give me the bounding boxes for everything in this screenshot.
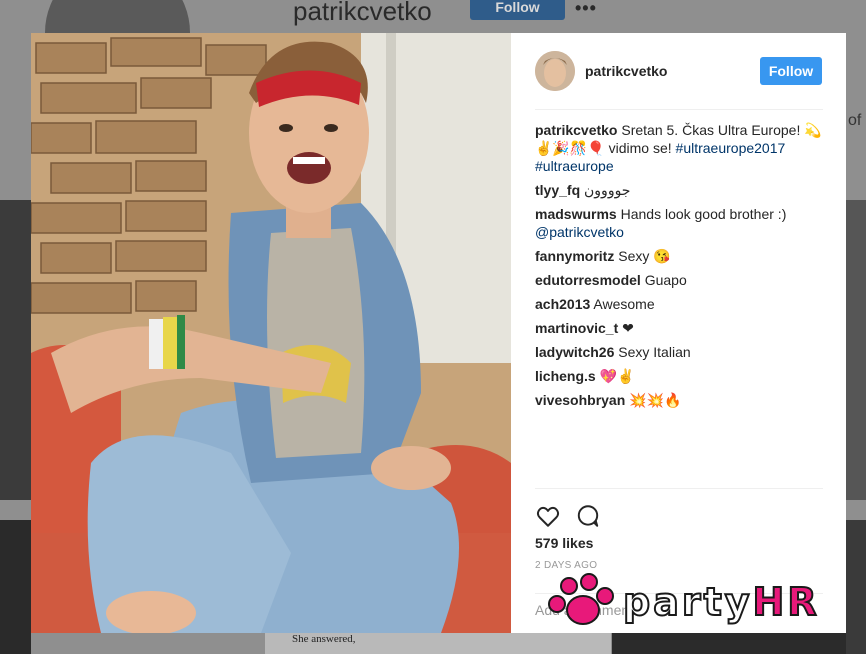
background-bio-fragment: of [848, 112, 862, 129]
watermark-wordmark: partyHR [622, 579, 820, 625]
post-header: patrikcvetko Follow [535, 51, 823, 110]
comment-username-link[interactable]: tlyy_fq [535, 182, 580, 198]
post-photo-illustration [31, 33, 511, 633]
comment-text: Hands look good brother :) [620, 206, 787, 222]
comments-list: patrikcvetko Sretan 5. Čkas Ultra Europe… [535, 121, 825, 415]
comment-text: جوووون [584, 182, 631, 198]
post-side-panel: patrikcvetko Follow patrikcvetko Sretan … [511, 33, 846, 633]
background-grid-thumbnail [846, 520, 866, 654]
watermark-hr-text: HR [752, 579, 820, 625]
comment-item: ach2013 Awesome [535, 295, 825, 313]
background-profile-username: patrikcvetko [293, 0, 432, 26]
comment-item: madswurms Hands look good brother :) @pa… [535, 205, 825, 241]
comment-text: Guapo [644, 272, 687, 288]
background-grid-thumbnail [612, 633, 846, 654]
comment-text: 💥💥🔥 [629, 392, 682, 408]
background-grid-thumbnail [0, 200, 31, 500]
comment-item: vivesohbryan 💥💥🔥 [535, 391, 825, 409]
comment-item: ladywitch26 Sexy Italian [535, 343, 825, 361]
comment-username-link[interactable]: madswurms [535, 206, 617, 222]
partyhr-watermark: partyHR [545, 572, 845, 632]
background-grid-thumbnail [0, 520, 31, 654]
comment-text: Sexy Italian [618, 344, 691, 360]
comment-username-link[interactable]: vivesohbryan [535, 392, 625, 408]
comment-text: 💖✌️ [599, 368, 635, 384]
comment-username-link[interactable]: martinovic_t [535, 320, 618, 336]
comment-username-link[interactable]: ladywitch26 [535, 344, 614, 360]
comment-item: tlyy_fq جوووون [535, 181, 825, 199]
comment-text: Sexy 😘 [618, 248, 671, 264]
comment-text: ❤ [622, 320, 634, 336]
comment-username-link[interactable]: ach2013 [535, 296, 590, 312]
likes-count[interactable]: 579 likes [535, 535, 593, 551]
author-avatar[interactable] [535, 51, 575, 91]
caption-username-link[interactable]: patrikcvetko [535, 122, 617, 138]
background-grid-thumbnail [846, 200, 866, 500]
background-more-options-icon: ••• [575, 0, 597, 18]
comment-text: Awesome [593, 296, 655, 312]
comment-item: edutorresmodel Guapo [535, 271, 825, 289]
comment-item: martinovic_t ❤ [535, 319, 825, 337]
comment-bubble-icon[interactable] [575, 503, 603, 531]
comment-username-link[interactable]: licheng.s [535, 368, 596, 384]
post-photo[interactable] [31, 33, 511, 633]
hashtag-link[interactable]: #ultraeurope [535, 158, 614, 174]
watermark-party-text: party [622, 579, 753, 625]
caption: patrikcvetko Sretan 5. Čkas Ultra Europe… [535, 121, 825, 175]
post-modal: patrikcvetko Follow patrikcvetko Sretan … [31, 33, 846, 633]
author-username-link[interactable]: patrikcvetko [585, 63, 667, 79]
background-follow-button: Follow [470, 0, 565, 20]
background-thumbnail-text: She answered, [292, 633, 356, 645]
author-avatar-image [535, 51, 575, 91]
comment-item: licheng.s 💖✌️ [535, 367, 825, 385]
comment-username-link[interactable]: edutorresmodel [535, 272, 641, 288]
hashtag-link[interactable]: #ultraeurope2017 [676, 140, 786, 156]
mention-link[interactable]: @patrikcvetko [535, 224, 624, 240]
pawprint-logo-icon [548, 573, 614, 625]
comment-item: fannymoritz Sexy 😘 [535, 247, 825, 265]
post-timestamp: 2 DAYS AGO [535, 560, 598, 571]
comment-username-link[interactable]: fannymoritz [535, 248, 614, 264]
heart-icon[interactable] [535, 503, 563, 531]
follow-button[interactable]: Follow [760, 57, 822, 85]
